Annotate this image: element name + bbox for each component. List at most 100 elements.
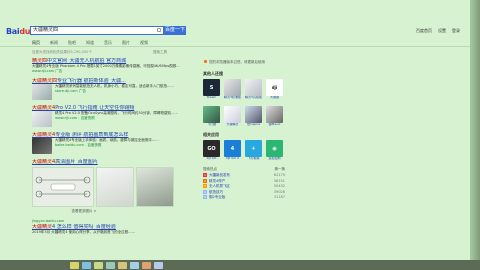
result-item-images: 大疆精灵4高清图片_百度图片 查看更多图片 > (32, 159, 197, 214)
result-snippet: 2019年3月 大疆精灵4 使用心得分享，从开箱到首飞的全过程…… (32, 229, 136, 234)
more-images-link[interactable]: 查看更多图片 > (32, 209, 136, 214)
result-url[interactable]: baike.baidu.com - 百度快照 (55, 143, 159, 148)
drone-icon (245, 79, 262, 96)
hot-search-text: 御2专业版 (209, 195, 226, 199)
result-snippet: 大疆精灵系列智能航拍无人机，机身小巧，稳定可靠，适合新手入门航拍…… (55, 84, 174, 88)
related-search-label: Steam (206, 96, 217, 99)
top-link-login[interactable]: 登录 (452, 28, 460, 34)
window-edge (470, 0, 480, 270)
result-item: jingyan.baidu.com 大疆精灵4 怎么样 值得买吗_百度经验 20… (32, 219, 197, 234)
taskbar-app-icon[interactable] (142, 261, 151, 269)
image-thumbnail[interactable] (96, 167, 134, 207)
app-tile[interactable]: GO DJI GO (203, 140, 220, 164)
app-icon: GO (203, 140, 220, 157)
search-button[interactable]: 百度一下 (164, 26, 186, 35)
notice-text: 您的浏览器版本过低，请更新后使用 (209, 60, 265, 64)
related-search-tile[interactable]: 悟Inspire (245, 106, 262, 130)
app-label: 飞行模拟 (247, 157, 260, 160)
hot-search-count: 31187 (273, 195, 285, 199)
related-search-label: 精灵3高级版 (245, 96, 262, 99)
apps-title: 相关应用 (203, 132, 219, 137)
result-url[interactable]: store.dji.com 广告 (55, 89, 174, 94)
top-link-settings[interactable]: 设置 (438, 28, 446, 34)
related-search-label: 大疆精灵 (226, 123, 239, 126)
hot-search-row[interactable]: 5 御2专业版 31187 (203, 195, 285, 201)
taskbar-app-icon[interactable] (154, 261, 163, 269)
result-snippet: 大疆精灵4专业版 Phantom 4 Pro 搭载1英寸2000万像素影像传感器… (32, 64, 180, 68)
result-title-keyword: 大疆精灵 (32, 223, 53, 230)
rank-badge: 2 (203, 178, 207, 183)
browser-page: Baidu百度 大疆精灵四 百度一下 百度首页 设置 登录 网页 新闻 贴吧 知… (0, 0, 470, 260)
taskbar-app-icon[interactable] (70, 261, 79, 269)
taskbar-app-icon[interactable] (118, 261, 127, 269)
taskbar-app-icon[interactable] (82, 261, 91, 269)
related-search-label: 大疆御 (269, 96, 279, 99)
hot-search-text: 无人机禁飞区 (209, 184, 230, 188)
taskbar-app-icon[interactable] (94, 261, 103, 269)
search-tools-button[interactable]: 搜索工具 (153, 50, 167, 55)
result-count: 百度为您找到相关结果约5,190,000个 (32, 50, 92, 54)
result-url[interactable]: www.dji.com 广告 (32, 69, 197, 74)
related-search-label: 悟Inspire (246, 123, 261, 126)
related-search-tile[interactable]: 精灵3标准版 (224, 79, 241, 103)
camera-icon[interactable] (157, 28, 161, 32)
related-search-tile[interactable]: 精灵3高级版 (245, 79, 262, 103)
result-thumbnail[interactable] (32, 138, 52, 154)
warning-dot-icon (204, 60, 207, 63)
result-url[interactable]: www.dji.com - 百度快照 (55, 116, 178, 121)
result-item: 精灵四中文官网_大疆无人机航拍 官方商城 大疆精灵4专业版 Phantom 4 … (32, 58, 197, 73)
hot-search-text: 大疆新品发布 (209, 173, 230, 177)
related-search-tile[interactable]: dji 大疆御 (266, 79, 283, 103)
related-searches-title: 其他人还搜 (203, 71, 223, 76)
rank-badge: 4 (203, 189, 207, 194)
results-list: 精灵四中文官网_大疆无人机航拍 官方商城 大疆精灵4专业版 Phantom 4 … (32, 58, 197, 239)
result-thumbnail[interactable] (32, 84, 52, 100)
related-search-label: 精灵3标准版 (224, 96, 241, 99)
related-search-label: 御Mavic (268, 123, 281, 126)
image-thumbnail[interactable] (32, 167, 94, 207)
app-tile[interactable]: 4 DJI GO 4 (224, 140, 241, 164)
related-search-tile[interactable]: 飞行器 (203, 106, 220, 130)
header-divider (0, 46, 470, 47)
app-icon: 4 (224, 140, 241, 157)
image-thumbnail[interactable] (136, 167, 174, 207)
app-tile[interactable]: ✈ 飞行模拟 (245, 140, 262, 164)
refresh-button[interactable]: 换一换 (275, 167, 286, 172)
rank-badge: 1 (203, 173, 207, 177)
taskbar-app-icon[interactable] (106, 261, 115, 269)
result-title[interactable]: 大疆精灵4高清图片_百度图片 (32, 159, 197, 165)
taskbar (0, 260, 480, 270)
related-search-tile[interactable]: 御Mavic (266, 106, 283, 130)
result-item: 大疆精灵四专业飞行器 航拍新体验_大疆... 大疆精灵系列智能航拍无人机，机身小… (32, 78, 197, 100)
taskbar-app-icon[interactable] (130, 261, 139, 269)
result-item: 大疆精灵4Pro V2.0 飞行指南 让天空任你翱翔 精灵4 Pro V2.0 … (32, 105, 197, 127)
image-strip (32, 167, 197, 207)
rank-badge: 5 (203, 195, 207, 199)
related-search-label: 飞行器 (206, 123, 216, 126)
app-icon: ✈ (245, 140, 262, 157)
app-tile[interactable]: ◉ 遥控控制 (266, 140, 283, 164)
gamepad-icon: ◉ (266, 140, 283, 157)
hot-search-text: 航拍技巧 (209, 189, 223, 194)
rank-badge: 3 (203, 184, 207, 188)
drone-icon (266, 106, 283, 123)
result-title-keyword: 大疆精灵4 (32, 159, 56, 165)
result-title-text: 4 怎么样 值得买吗_百度经验 (52, 223, 116, 230)
related-search-tile[interactable]: S Steam (203, 79, 220, 103)
result-thumbnail[interactable] (32, 111, 52, 127)
hot-search-title: 搜索热点 (203, 167, 217, 171)
related-search-tile[interactable]: 大疆精灵 (224, 106, 241, 130)
result-title-text: 高清图片_百度图片 (55, 159, 98, 165)
search-input[interactable]: 大疆精灵四 (30, 26, 164, 35)
result-snippet: 大疆精灵4专业版上手体验：画质、续航、避障与操控全面测评…… (55, 138, 159, 142)
result-item: 大疆精灵4专业版 测评 航拍画质到底怎么样 大疆精灵4专业版上手体验：画质、续航… (32, 132, 197, 154)
top-links: 百度首页 设置 登录 (416, 28, 460, 34)
browser-notice[interactable]: 您的浏览器版本过低，请更新后使用 (203, 58, 285, 69)
hot-search-panel: 搜索热点 换一换 1 大疆新品发布 62175 2 精灵4停产 58741 3 无人机禁飞区… (203, 167, 285, 201)
result-snippet: 精灵4 Pro V2.0 配备OcuSync高清图传，飞行时间约30分钟，障碍物… (55, 111, 178, 115)
drone-icon (224, 106, 241, 123)
app-label: DJI GO 4 (226, 157, 239, 160)
hot-search-text: 精灵4停产 (209, 178, 226, 183)
top-link-home[interactable]: 百度首页 (416, 28, 432, 34)
app-label: 遥控控制 (268, 157, 281, 160)
